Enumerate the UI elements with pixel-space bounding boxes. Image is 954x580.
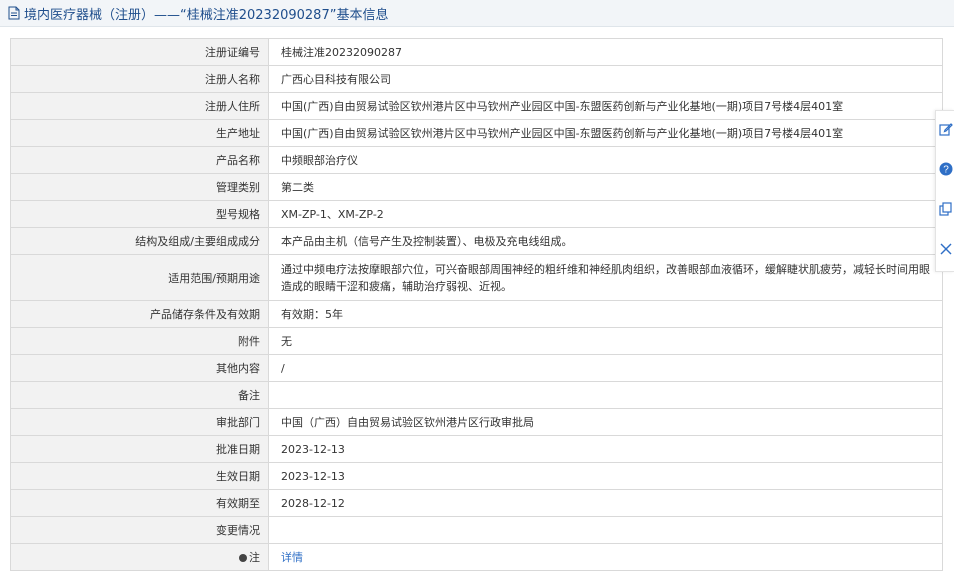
edit-icon[interactable]: [939, 121, 953, 136]
field-value: 2028-12-12: [268, 489, 943, 517]
page-header: 境内医疗器械（注册）——“桂械注准20232090287”基本信息: [0, 0, 954, 27]
floating-side-toolbar: ?: [935, 110, 954, 272]
field-value: 详情: [268, 543, 943, 571]
field-label: 备注: [10, 381, 269, 409]
field-value: 第二类: [268, 173, 943, 201]
field-label: 适用范围/预期用途: [10, 254, 269, 301]
table-row: 变更情况: [10, 516, 943, 544]
field-label: 注册证编号: [10, 38, 269, 66]
table-row: 型号规格 XM-ZP-1、XM-ZP-2: [10, 200, 943, 228]
field-label: 生产地址: [10, 119, 269, 147]
table-row: 结构及组成/主要组成成分 本产品由主机（信号产生及控制装置）、电极及充电线组成。: [10, 227, 943, 255]
page-title: 境内医疗器械（注册）——“桂械注准20232090287”基本信息: [24, 7, 389, 23]
field-label: 产品储存条件及有效期: [10, 300, 269, 328]
table-row: 注册证编号 桂械注准20232090287: [10, 38, 943, 66]
table-row: 注册人住所 中国(广西)自由贸易试验区钦州港片区中马钦州产业园区中国-东盟医药创新…: [10, 92, 943, 120]
field-value: 桂械注准20232090287: [268, 38, 943, 66]
note-label-text: 注: [249, 551, 260, 564]
field-value: 2023-12-13: [268, 435, 943, 463]
field-label: 型号规格: [10, 200, 269, 228]
field-value: 无: [268, 327, 943, 355]
table-row: 生效日期 2023-12-13: [10, 462, 943, 490]
field-value: 2023-12-13: [268, 462, 943, 490]
field-label: 结构及组成/主要组成成分: [10, 227, 269, 255]
field-label: 生效日期: [10, 462, 269, 490]
field-label-note: 注: [10, 543, 269, 571]
field-value: 通过中频电疗法按摩眼部穴位，可兴奋眼部周围神经的粗纤维和神经肌肉组织，改善眼部血…: [268, 254, 943, 301]
field-label: 注册人住所: [10, 92, 269, 120]
pin-icon: [239, 554, 247, 562]
field-value: [268, 381, 943, 409]
table-row: 其他内容 /: [10, 354, 943, 382]
field-value: /: [268, 354, 943, 382]
field-label: 其他内容: [10, 354, 269, 382]
table-row: 适用范围/预期用途 通过中频电疗法按摩眼部穴位，可兴奋眼部周围神经的粗纤维和神经肌…: [10, 254, 943, 301]
field-value: 中国(广西)自由贸易试验区钦州港片区中马钦州产业园区中国-东盟医药创新与产业化基…: [268, 92, 943, 120]
table-row: 备注: [10, 381, 943, 409]
field-value: [268, 516, 943, 544]
field-label: 有效期至: [10, 489, 269, 517]
info-table: 注册证编号 桂械注准20232090287 注册人名称 广西心目科技有限公司 注册人…: [10, 38, 943, 571]
field-value: 中频眼部治疗仪: [268, 146, 943, 174]
table-row: 生产地址 中国(广西)自由贸易试验区钦州港片区中马钦州产业园区中国-东盟医药创新与…: [10, 119, 943, 147]
table-row: 产品储存条件及有效期 有效期：5年: [10, 300, 943, 328]
field-label: 注册人名称: [10, 65, 269, 93]
table-row: 审批部门 中国（广西）自由贸易试验区钦州港片区行政审批局: [10, 408, 943, 436]
field-label: 产品名称: [10, 146, 269, 174]
field-value: 本产品由主机（信号产生及控制装置）、电极及充电线组成。: [268, 227, 943, 255]
table-row: 有效期至 2028-12-12: [10, 489, 943, 517]
help-icon[interactable]: ?: [939, 161, 953, 176]
table-row: 附件无: [10, 327, 943, 355]
copy-icon[interactable]: [939, 201, 953, 216]
field-label: 批准日期: [10, 435, 269, 463]
details-link[interactable]: 详情: [281, 551, 303, 564]
svg-text:?: ?: [943, 165, 949, 176]
field-label: 审批部门: [10, 408, 269, 436]
document-icon: [8, 6, 20, 20]
field-label: 附件: [10, 327, 269, 355]
field-label: 管理类别: [10, 173, 269, 201]
table-row: 批准日期 2023-12-13: [10, 435, 943, 463]
field-value: 中国(广西)自由贸易试验区钦州港片区中马钦州产业园区中国-东盟医药创新与产业化基…: [268, 119, 943, 147]
field-value: XM-ZP-1、XM-ZP-2: [268, 200, 943, 228]
field-value: 广西心目科技有限公司: [268, 65, 943, 93]
table-row: 注 详情: [10, 543, 943, 571]
table-row: 注册人名称 广西心目科技有限公司: [10, 65, 943, 93]
field-value: 有效期：5年: [268, 300, 943, 328]
table-row: 管理类别 第二类: [10, 173, 943, 201]
table-row: 产品名称 中频眼部治疗仪: [10, 146, 943, 174]
info-table-wrapper: 注册证编号 桂械注准20232090287 注册人名称 广西心目科技有限公司 注册人…: [10, 38, 943, 571]
field-value: 中国（广西）自由贸易试验区钦州港片区行政审批局: [268, 408, 943, 436]
field-label: 变更情况: [10, 516, 269, 544]
close-icon[interactable]: [939, 241, 953, 255]
